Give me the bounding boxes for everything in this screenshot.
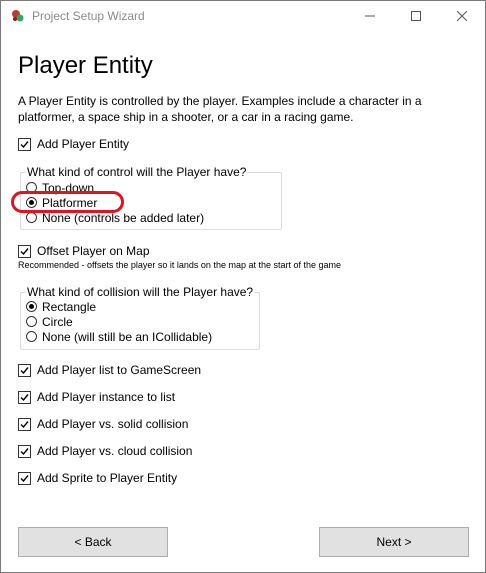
checkbox-label: Add Player vs. solid collision bbox=[37, 417, 189, 431]
solid-collision-checkbox[interactable]: Add Player vs. solid collision bbox=[18, 416, 188, 432]
radio-label: None (will still be an ICollidable) bbox=[42, 329, 213, 344]
add-player-instance-checkbox[interactable]: Add Player instance to list bbox=[18, 389, 175, 405]
checkbox-label: Offset Player on Map bbox=[37, 244, 150, 258]
radio-circle[interactable] bbox=[26, 331, 37, 342]
checkmark-icon bbox=[20, 366, 29, 374]
window-title: Project Setup Wizard bbox=[32, 9, 145, 23]
highlight-annotation bbox=[11, 191, 124, 213]
checkbox-label: Add Player Entity bbox=[37, 137, 130, 151]
radio-circle[interactable] bbox=[26, 212, 37, 223]
radio-circle-collision[interactable]: Circle bbox=[26, 314, 73, 329]
checkmark-icon bbox=[20, 474, 29, 482]
checkbox-box[interactable] bbox=[18, 363, 31, 377]
radio-none-collision[interactable]: None (will still be an ICollidable) bbox=[26, 329, 212, 344]
checkbox-box[interactable] bbox=[18, 417, 31, 431]
offset-note: Recommended - offsets the player so it l… bbox=[18, 260, 342, 270]
collision-group-label: What kind of collision will the Player h… bbox=[26, 285, 255, 299]
checkmark-icon bbox=[20, 420, 29, 428]
maximize-button[interactable] bbox=[393, 1, 439, 31]
radio-circle[interactable] bbox=[26, 316, 37, 327]
checkmark-icon bbox=[20, 447, 29, 455]
radio-circle[interactable] bbox=[26, 301, 37, 312]
next-button[interactable]: Next > bbox=[319, 527, 469, 557]
radio-label: Circle bbox=[42, 314, 73, 329]
offset-player-checkbox[interactable]: Offset Player on Map bbox=[18, 243, 150, 259]
minimize-icon bbox=[365, 15, 375, 17]
add-sprite-checkbox[interactable]: Add Sprite to Player Entity bbox=[18, 470, 177, 486]
checkbox-box[interactable] bbox=[18, 390, 31, 404]
checkbox-box[interactable] bbox=[18, 444, 31, 458]
checkbox-label: Add Sprite to Player Entity bbox=[37, 471, 178, 485]
title-bar: Project Setup Wizard bbox=[1, 1, 485, 31]
wizard-window: Project Setup Wizard Player Entity A Pla… bbox=[0, 0, 486, 573]
close-button[interactable] bbox=[439, 1, 485, 31]
checkmark-icon bbox=[20, 140, 29, 148]
checkmark-icon bbox=[20, 393, 29, 401]
checkbox-label: Add Player vs. cloud collision bbox=[37, 444, 193, 458]
checkbox-box[interactable] bbox=[18, 244, 31, 258]
page-title: Player Entity bbox=[18, 52, 153, 79]
checkbox-box[interactable] bbox=[18, 137, 31, 151]
maximize-icon bbox=[411, 11, 421, 21]
back-button[interactable]: < Back bbox=[18, 527, 168, 557]
minimize-button[interactable] bbox=[347, 1, 393, 31]
close-icon bbox=[457, 11, 467, 21]
page-description: A Player Entity is controlled by the pla… bbox=[18, 94, 422, 124]
radio-label: Rectangle bbox=[42, 299, 97, 314]
add-player-list-checkbox[interactable]: Add Player list to GameScreen bbox=[18, 362, 201, 378]
checkbox-label: Add Player instance to list bbox=[37, 390, 176, 404]
add-player-entity-checkbox[interactable]: Add Player Entity bbox=[18, 136, 129, 152]
app-icon bbox=[10, 8, 26, 24]
checkmark-icon bbox=[20, 247, 29, 255]
checkbox-box[interactable] bbox=[18, 471, 31, 485]
checkbox-label: Add Player list to GameScreen bbox=[37, 363, 202, 377]
radio-rectangle[interactable]: Rectangle bbox=[26, 299, 96, 314]
control-group-label: What kind of control will the Player hav… bbox=[26, 165, 248, 179]
cloud-collision-checkbox[interactable]: Add Player vs. cloud collision bbox=[18, 443, 192, 459]
